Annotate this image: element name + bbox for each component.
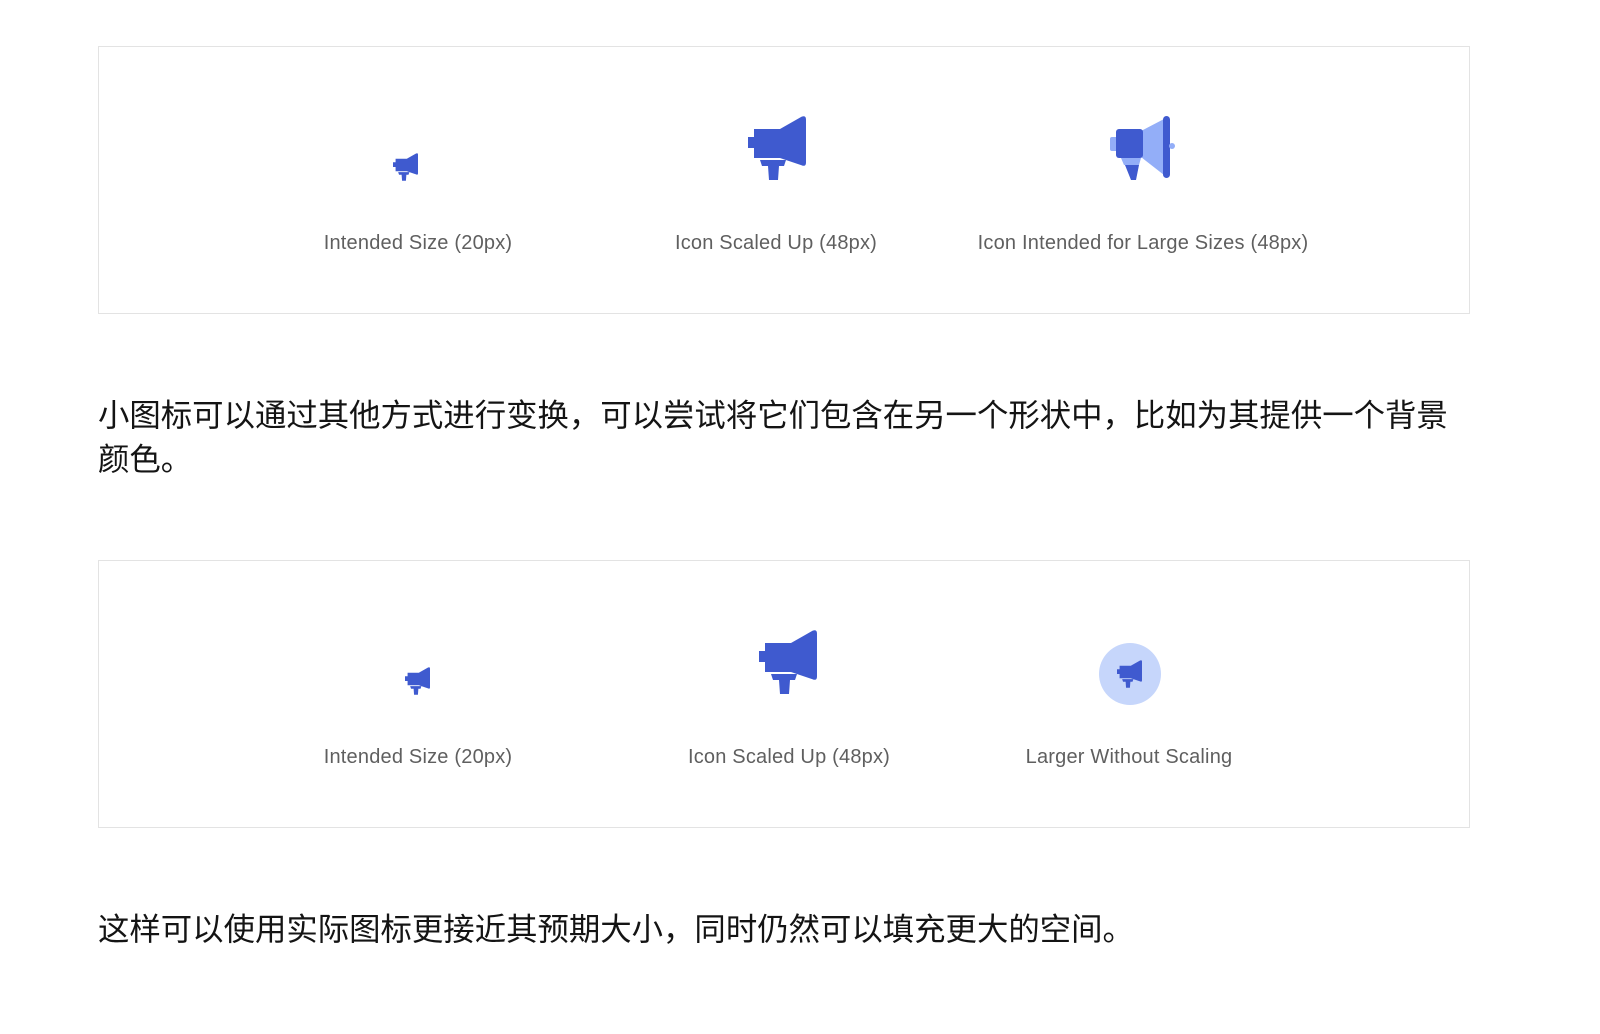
body-paragraph: 小图标可以通过其他方式进行变换，可以尝试将它们包含在另一个形状中，比如为其提供一…: [98, 398, 1448, 478]
icon-example-panel-2: Intended Size (20px) Icon Scaled Up (48p…: [98, 560, 1470, 828]
example-label-intended-size: Intended Size (20px): [323, 232, 513, 254]
megaphone-icon: [393, 153, 418, 181]
icon-example-panel-1: Intended Size (20px) Icon Scaled Up (48p…: [98, 46, 1470, 314]
megaphone-icon: [759, 630, 817, 694]
body-paragraph: 这样可以使用实际图标更接近其预期大小，同时仍然可以填充更大的空间。: [98, 912, 1134, 948]
icon-circle-background: [1099, 643, 1161, 705]
megaphone-icon: [1117, 660, 1142, 688]
example-label-without-scaling: Larger Without Scaling: [1025, 746, 1233, 768]
example-label-large-sizes: Icon Intended for Large Sizes (48px): [977, 232, 1309, 254]
example-label-intended-size: Intended Size (20px): [323, 746, 513, 768]
megaphone-duotone-icon: [1110, 116, 1175, 180]
megaphone-icon: [748, 116, 806, 180]
megaphone-icon: [405, 667, 430, 695]
example-label-scaled-up: Icon Scaled Up (48px): [674, 232, 878, 254]
